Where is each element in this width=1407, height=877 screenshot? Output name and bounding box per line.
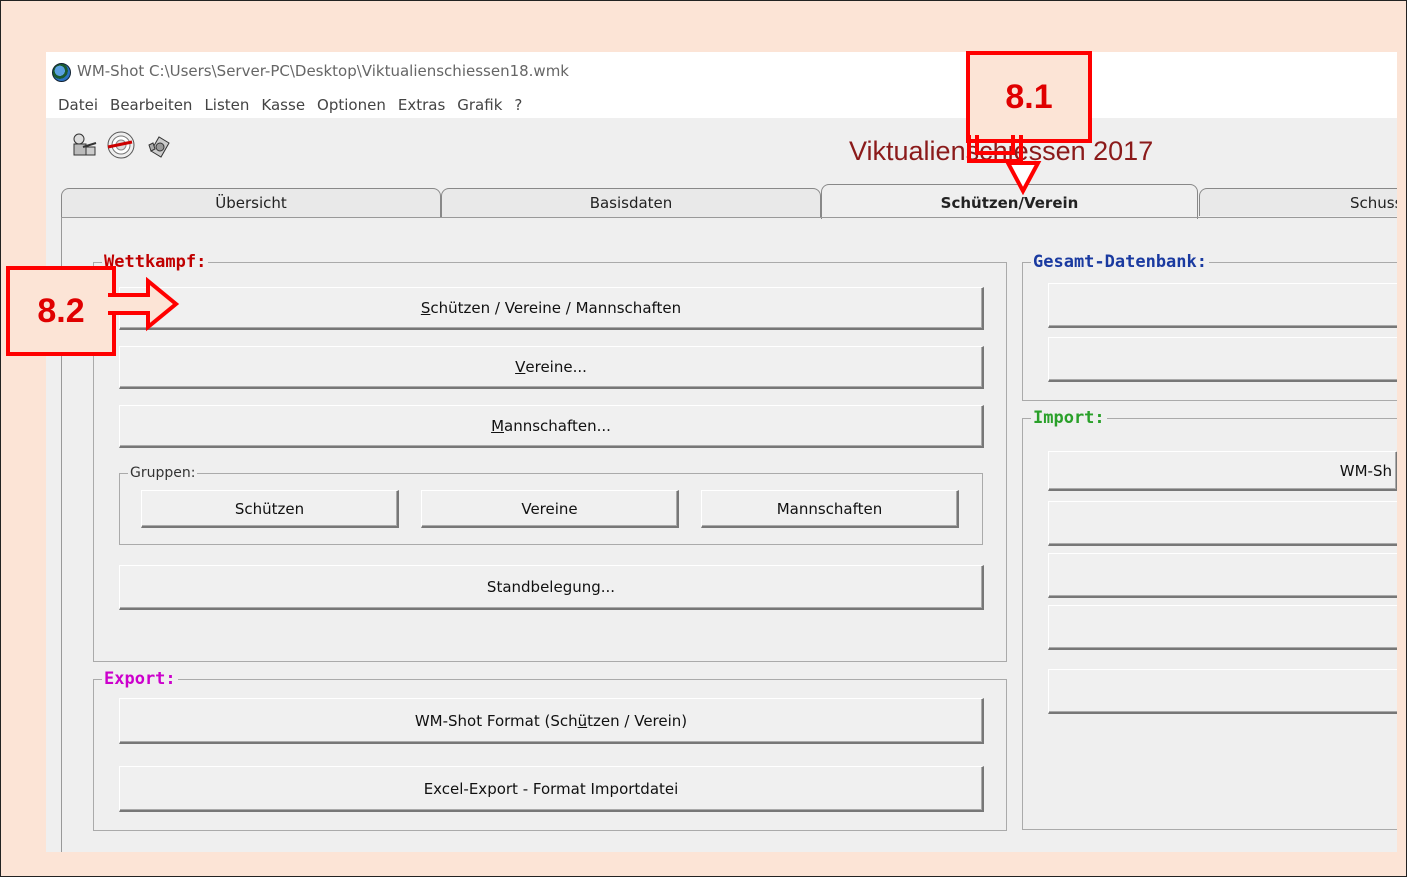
gruppen-mannschaften-button[interactable]: Mannschaften xyxy=(701,490,959,528)
window-title: WM-Shot C:\Users\Server-PC\Desktop\Viktu… xyxy=(77,62,569,80)
import-button-3[interactable] xyxy=(1048,553,1397,598)
tab-schuss[interactable]: Schuss xyxy=(1199,188,1397,216)
menu-help[interactable]: ? xyxy=(514,92,522,118)
import-button-2[interactable] xyxy=(1048,501,1397,546)
gear-icon[interactable] xyxy=(144,130,174,160)
excel-export-button[interactable]: Excel-Export - Format Importdatei xyxy=(119,766,984,812)
import-label: Import: xyxy=(1031,408,1107,428)
import-button-4[interactable] xyxy=(1048,605,1397,650)
wettkampf-label: Wettkampf: xyxy=(102,252,209,272)
tab-uebersicht[interactable]: Übersicht xyxy=(61,188,441,217)
export-group: Export: WM-Shot Format (Sch ü tzen / Verei… xyxy=(93,669,1007,831)
gruppen-group: Gruppen: Schützen Vereine Mannschaften xyxy=(119,463,983,545)
menu-optionen[interactable]: Optionen xyxy=(317,92,386,118)
gruppen-vereine-button[interactable]: Vereine xyxy=(421,490,679,528)
shooter-icon[interactable] xyxy=(68,130,98,160)
application-window: WM-Shot C:\Users\Server-PC\Desktop\Viktu… xyxy=(46,52,1397,852)
gesamt-datenbank-label: Gesamt-Datenbank: xyxy=(1031,252,1209,272)
target-icon[interactable] xyxy=(106,130,136,160)
menu-bearbeiten[interactable]: Bearbeiten xyxy=(110,92,192,118)
title-bar: WM-Shot C:\Users\Server-PC\Desktop\Viktu… xyxy=(46,52,1397,92)
export-label: Export: xyxy=(102,669,178,689)
schuetzen-button-label: chützen / Vereine / Mannschaften xyxy=(430,299,682,317)
mannschaften-button-label: annschaften... xyxy=(504,417,611,435)
vereine-button-label: ereine... xyxy=(525,358,587,376)
callout-8-2: 8.2 xyxy=(6,266,116,356)
menu-listen[interactable]: Listen xyxy=(204,92,249,118)
menu-grafik[interactable]: Grafik xyxy=(457,92,502,118)
wettkampf-group: Wettkampf: Schützen / Vereine / Mannscha… xyxy=(93,252,1007,662)
callout-8-2-arrow xyxy=(108,277,180,332)
mannschaften-mnemonic: M xyxy=(491,417,505,435)
toolbar xyxy=(68,130,174,160)
tab-strip: Übersicht Basisdaten Schützen/Verein Sch… xyxy=(61,184,1397,219)
menu-datei[interactable]: Datei xyxy=(58,92,98,118)
wmshot-label-end: tzen / Verein) xyxy=(587,711,688,730)
wmshot-mnemonic: ü xyxy=(577,711,588,730)
vereine-button[interactable]: Vereine... xyxy=(119,346,984,389)
schuetzen-mnemonic: S xyxy=(420,299,431,317)
import-button-5[interactable] xyxy=(1048,669,1397,714)
callout-8-1-arrow xyxy=(967,135,1042,196)
gesamt-datenbank-group: Gesamt-Datenbank: xyxy=(1022,252,1397,401)
callout-8-1: 8.1 xyxy=(966,51,1092,143)
gruppen-schuetzen-button[interactable]: Schützen xyxy=(141,490,399,528)
app-globe-icon xyxy=(52,63,71,82)
menu-bar: Datei Bearbeiten Listen Kasse Optionen E… xyxy=(46,92,522,118)
import-group: Import: WM-Sh xyxy=(1022,408,1397,830)
gesamt-button-2[interactable] xyxy=(1048,337,1397,382)
import-wmshot-button[interactable]: WM-Sh xyxy=(1048,451,1397,491)
gesamt-button-1[interactable] xyxy=(1048,283,1397,328)
wmshot-format-button[interactable]: WM-Shot Format (Sch ü tzen / Verein) xyxy=(119,698,984,744)
tab-panel: Wettkampf: Schützen / Vereine / Mannscha… xyxy=(61,218,1397,852)
schuetzen-vereine-mannschaften-button[interactable]: Schützen / Vereine / Mannschaften xyxy=(119,287,984,330)
menu-kasse[interactable]: Kasse xyxy=(261,92,305,118)
client-area: Viktualienschiessen 2017 Übersicht Basis… xyxy=(46,118,1397,852)
gruppen-label: Gruppen: xyxy=(128,463,198,483)
standbelegung-button[interactable]: Standbelegung... xyxy=(119,565,984,610)
wmshot-label-start: WM-Shot Format (Sch xyxy=(414,711,578,730)
vereine-mnemonic: V xyxy=(515,358,526,376)
tab-basisdaten[interactable]: Basisdaten xyxy=(441,188,821,217)
mannschaften-button[interactable]: Mannschaften... xyxy=(119,405,984,448)
menu-extras[interactable]: Extras xyxy=(398,92,445,118)
